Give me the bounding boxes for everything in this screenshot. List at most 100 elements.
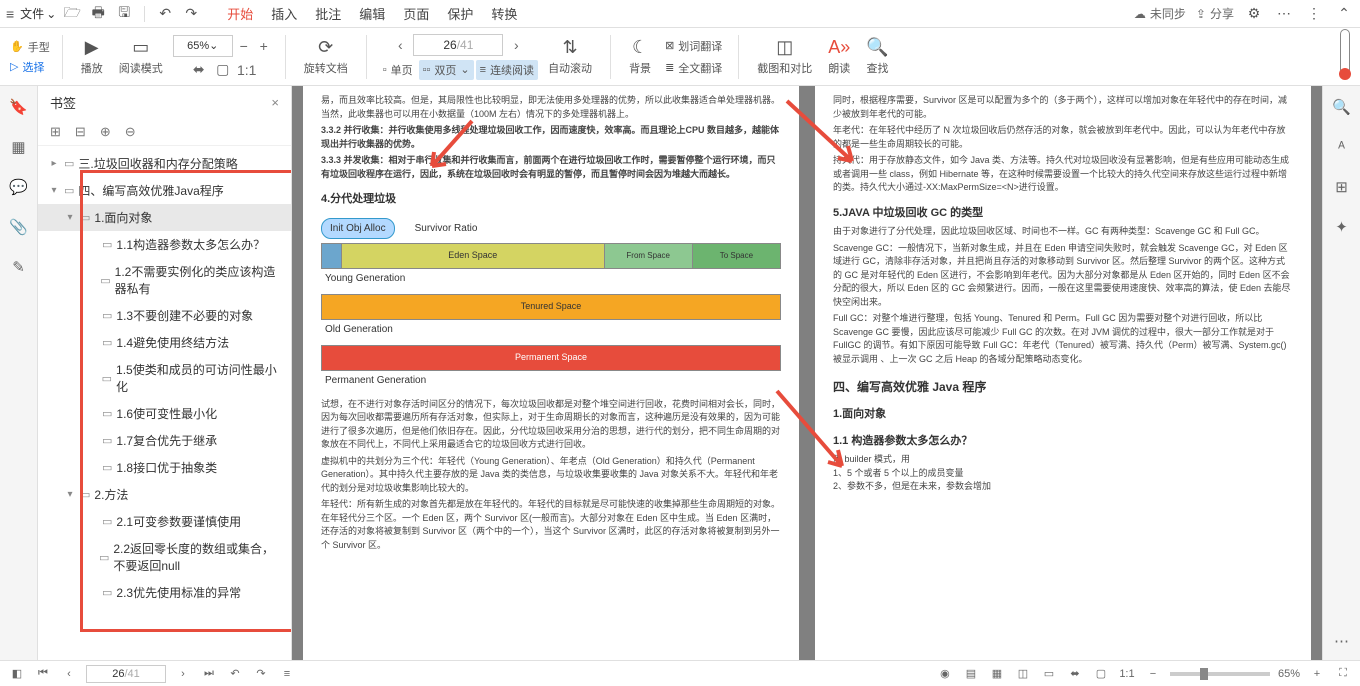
bookmark-item[interactable]: ▭2.3优先使用标准的异常 xyxy=(38,579,291,606)
bookmark-tab-icon[interactable]: 🔖 xyxy=(8,96,30,118)
view-mode2-icon[interactable]: ▦ xyxy=(988,665,1006,683)
fit-page-status-icon[interactable]: ▢ xyxy=(1092,665,1110,683)
full-translate-button[interactable]: ≣ 全文翻译 xyxy=(661,58,726,78)
select-tool[interactable]: ▷选择 xyxy=(10,59,50,75)
open-icon[interactable]: 🗁 xyxy=(62,4,82,24)
comment-tab-icon[interactable]: 💬 xyxy=(8,176,30,198)
tab-annotate[interactable]: 批注 xyxy=(315,2,341,25)
zoom-slider[interactable] xyxy=(1170,672,1270,676)
fit-page-icon[interactable]: ▢ xyxy=(214,61,232,79)
bookmark-item[interactable]: ▾▭1.面向对象 xyxy=(38,204,291,231)
share-button[interactable]: ⇪分享 xyxy=(1196,5,1234,22)
back-icon[interactable]: ↶ xyxy=(226,665,244,683)
next-page-icon[interactable]: › xyxy=(174,665,192,683)
page-input-status[interactable]: 26/41 xyxy=(86,665,166,683)
more-icon[interactable]: ⋮ xyxy=(1304,4,1324,24)
first-page-icon[interactable]: ⏮ xyxy=(34,665,52,683)
bookmark-item[interactable]: ▭2.1可变参数要谨慎使用 xyxy=(38,508,291,535)
collapse-icon[interactable]: ⌃ xyxy=(1334,4,1354,24)
bookmark-item[interactable]: ▭1.4避免使用终结方法 xyxy=(38,329,291,356)
view-mode3-icon[interactable]: ◫ xyxy=(1014,665,1032,683)
attachment-tab-icon[interactable]: 📎 xyxy=(8,216,30,238)
forward-icon[interactable]: ↷ xyxy=(252,665,270,683)
find-button[interactable]: 🔍查找 xyxy=(860,35,894,78)
tab-start[interactable]: 开始 xyxy=(227,2,253,25)
feedback-icon[interactable]: ⋯ xyxy=(1274,4,1294,24)
zoom-in-status-icon[interactable]: + xyxy=(1308,665,1326,683)
perm-space: Permanent Space xyxy=(321,345,781,371)
tab-protect[interactable]: 保护 xyxy=(447,2,473,25)
hamburger-icon[interactable]: ≡ xyxy=(6,6,14,22)
view-mode1-icon[interactable]: ▤ xyxy=(962,665,980,683)
zoom-out-icon[interactable]: − xyxy=(235,37,253,55)
close-icon[interactable]: × xyxy=(271,95,279,110)
actual-size-icon[interactable]: 1:1 xyxy=(238,61,256,79)
zoom-in-icon[interactable]: + xyxy=(255,37,273,55)
bookmark-item[interactable]: ▭1.1构造器参数太多怎么办？ xyxy=(38,231,291,258)
thumbnail-tab-icon[interactable]: ▦ xyxy=(8,136,30,158)
actual-size-status-icon[interactable]: 1:1 xyxy=(1118,665,1136,683)
add-bookmark-icon[interactable]: ⊕ xyxy=(100,124,111,140)
next-page-icon[interactable]: › xyxy=(507,36,525,54)
zoom-value-status[interactable]: 65% xyxy=(1278,668,1300,680)
file-menu[interactable]: 文件 ⌄ xyxy=(20,5,56,22)
bookmark-item[interactable]: ▭1.2不需要实例化的类应该构造器私有 xyxy=(38,258,291,302)
sidebar-toggle-icon[interactable]: ◧ xyxy=(8,665,26,683)
bookmark-item[interactable]: ▾▭四、编写高效优雅Java程序 xyxy=(38,177,291,204)
fit-width-status-icon[interactable]: ⬌ xyxy=(1066,665,1084,683)
search-panel-icon[interactable]: 🔍 xyxy=(1331,96,1353,118)
bookmark-item[interactable]: ▭1.5使类和成员的可访问性最小化 xyxy=(38,356,291,400)
tab-convert[interactable]: 转换 xyxy=(491,2,517,25)
print-icon[interactable]: 🖶 xyxy=(88,4,108,24)
bookmark-item[interactable]: ▭1.7复合优先于继承 xyxy=(38,427,291,454)
tab-edit[interactable]: 编辑 xyxy=(359,2,385,25)
bookmark-item[interactable]: ▾▭2.方法 xyxy=(38,481,291,508)
collapse-all-icon[interactable]: ⊟ xyxy=(75,124,86,140)
continuous-button[interactable]: ≡ 连续阅读 xyxy=(476,60,538,80)
zoom-combo[interactable]: 65% ⌄ xyxy=(173,35,233,57)
tab-page[interactable]: 页面 xyxy=(403,2,429,25)
auto-scroll-button[interactable]: ⇅自动滚动 xyxy=(542,35,598,78)
view-mode4-icon[interactable]: ▭ xyxy=(1040,665,1058,683)
prev-page-icon[interactable]: ‹ xyxy=(391,36,409,54)
delete-bookmark-icon[interactable]: ⊖ xyxy=(125,124,136,140)
sync-status[interactable]: ☁未同步 xyxy=(1134,5,1186,22)
toc-icon[interactable]: ≡ xyxy=(278,665,296,683)
document-area[interactable]: 易，而且效率比较高。但是，其局限性也比较明显，即无法使用多处理器的优势，所以此收… xyxy=(292,86,1322,660)
word-translate-button[interactable]: ⊠ 划词翻译 xyxy=(661,36,726,56)
bookmark-item[interactable]: ▭1.3不要创建不必要的对象 xyxy=(38,302,291,329)
fit-width-icon[interactable]: ⬌ xyxy=(190,61,208,79)
background-button[interactable]: ☾背景 xyxy=(623,35,657,78)
bookmark-item[interactable]: ▭2.2返回零长度的数组或集合，不要返回null xyxy=(38,535,291,579)
settings-icon[interactable]: ⚙ xyxy=(1244,4,1264,24)
expand-all-icon[interactable]: ⊞ xyxy=(50,124,61,140)
last-page-icon[interactable]: ⏭ xyxy=(200,665,218,683)
bookmark-label: 四、编写高效优雅Java程序 xyxy=(78,182,223,199)
save-icon[interactable]: 🖫 xyxy=(114,4,134,24)
read-aloud-button[interactable]: A»朗读 xyxy=(822,35,856,78)
hand-tool[interactable]: ✋手型 xyxy=(10,39,50,55)
read-mode-button[interactable]: ▭阅读模式 xyxy=(113,35,169,78)
page-input[interactable]: 26/41 xyxy=(413,34,503,56)
more-panel-icon[interactable]: ⋯ xyxy=(1331,630,1353,652)
translate-panel-icon[interactable]: ᴬ xyxy=(1331,136,1353,158)
eye-protect-icon[interactable]: ◉ xyxy=(936,665,954,683)
rotate-button[interactable]: ⟳旋转文档 xyxy=(298,35,354,78)
prev-page-icon[interactable]: ‹ xyxy=(60,665,78,683)
screenshot-icon: ◫ xyxy=(776,37,793,58)
ai-panel-icon[interactable]: ✦ xyxy=(1331,216,1353,238)
redo-icon[interactable]: ↷ xyxy=(181,4,201,24)
fullscreen-icon[interactable]: ⛶ xyxy=(1334,665,1352,683)
tools-panel-icon[interactable]: ⊞ xyxy=(1331,176,1353,198)
bookmark-item[interactable]: ▭1.8接口优于抽象类 xyxy=(38,454,291,481)
play-button[interactable]: ▶播放 xyxy=(75,35,109,78)
screenshot-button[interactable]: ◫截图和对比 xyxy=(751,35,818,78)
signature-tab-icon[interactable]: ✎ xyxy=(8,256,30,278)
single-page-button[interactable]: ▫ 单页 xyxy=(379,60,417,80)
zoom-out-status-icon[interactable]: − xyxy=(1144,665,1162,683)
undo-icon[interactable]: ↶ xyxy=(155,4,175,24)
double-page-button[interactable]: ▫▫ 双页 ⌄ xyxy=(419,60,474,80)
tab-insert[interactable]: 插入 xyxy=(271,2,297,25)
bookmark-item[interactable]: ▸▭三.垃圾回收器和内存分配策略 xyxy=(38,150,291,177)
bookmark-item[interactable]: ▭1.6使可变性最小化 xyxy=(38,400,291,427)
